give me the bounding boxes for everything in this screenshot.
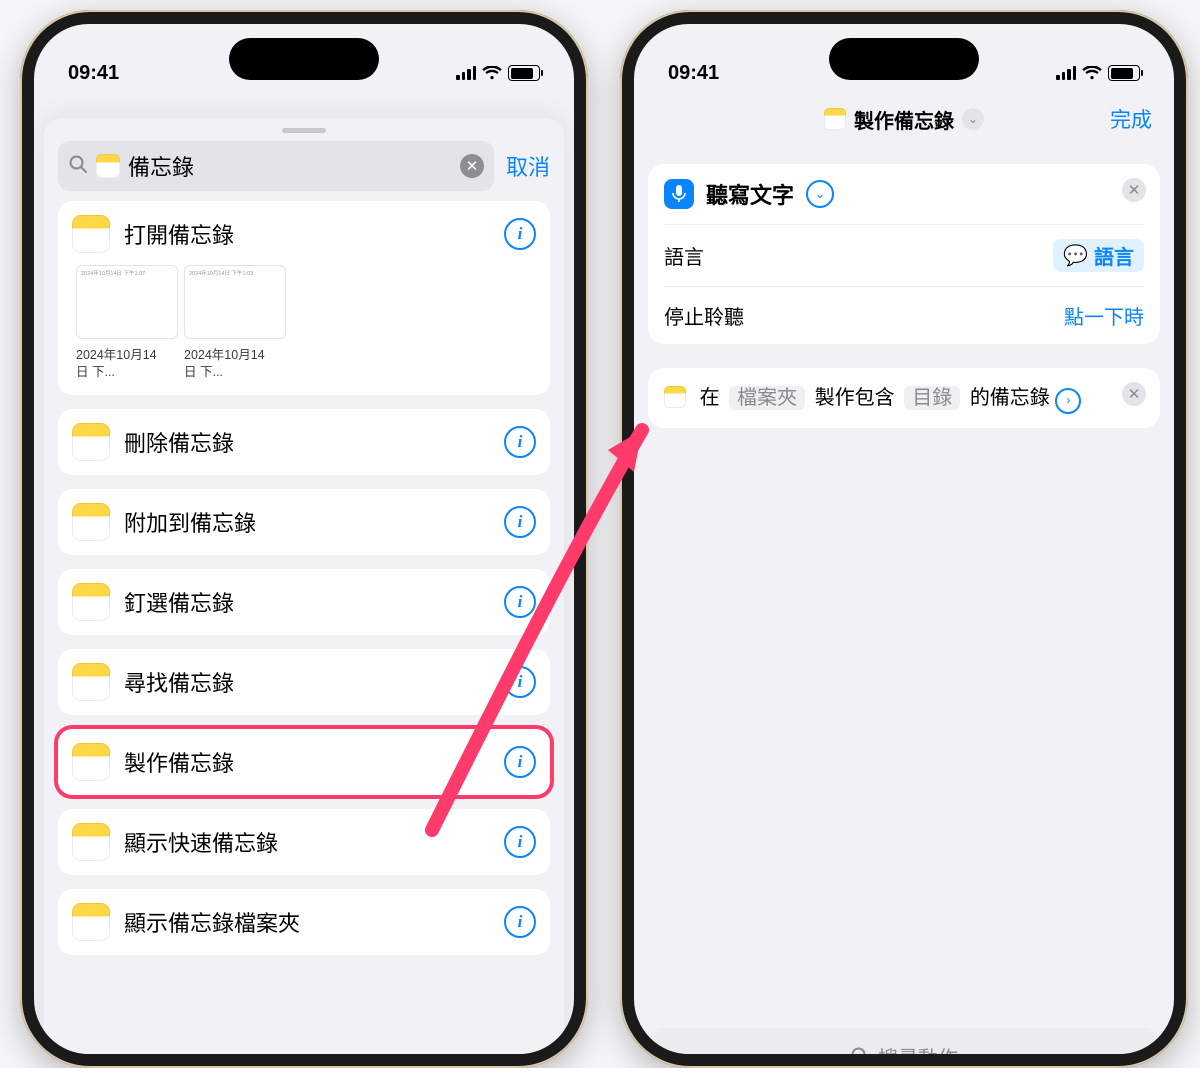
note-thumbnail[interactable]: 2024年10月14日 下午1:03 2024年10月14日 下... <box>184 265 276 381</box>
action-create-note[interactable]: ✕ 在 檔案夾 製作包含 目錄 的備忘錄 › <box>648 368 1160 428</box>
action-item[interactable]: 顯示備忘錄檔案夾 i <box>58 889 550 955</box>
phone-right: 09:41 製作備忘錄 ⌄ 完成 <box>620 10 1188 1068</box>
remove-action-button[interactable]: ✕ <box>1122 178 1146 202</box>
info-button[interactable]: i <box>504 586 536 618</box>
cellular-icon <box>1056 66 1076 80</box>
notes-app-icon <box>824 108 846 130</box>
action-item[interactable]: 製作備忘錄 i <box>58 729 550 795</box>
phone-left: 09:41 <box>20 10 588 1068</box>
search-text: 備忘錄 <box>128 150 452 182</box>
notes-app-icon <box>664 386 686 408</box>
sheet-grabber[interactable] <box>282 128 326 133</box>
thumbnail-caption: 2024年10月14日 下... <box>184 347 276 381</box>
info-button[interactable]: i <box>504 826 536 858</box>
info-button[interactable]: i <box>504 746 536 778</box>
notes-app-icon <box>72 423 110 461</box>
info-button[interactable]: i <box>504 666 536 698</box>
search-icon <box>68 154 88 179</box>
action-title: 顯示快速備忘錄 <box>124 826 490 858</box>
action-title: 附加到備忘錄 <box>124 506 490 538</box>
thumbnail-caption: 2024年10月14日 下... <box>76 347 168 381</box>
action-title: 聽寫文字 <box>706 178 794 210</box>
info-button[interactable]: i <box>504 426 536 458</box>
microphone-icon <box>664 179 694 209</box>
status-time: 09:41 <box>668 62 719 85</box>
action-item[interactable]: 顯示快速備忘錄 i <box>58 809 550 875</box>
done-button[interactable]: 完成 <box>1110 104 1152 134</box>
shortcut-title[interactable]: 製作備忘錄 <box>854 105 954 134</box>
action-item[interactable]: 釘選備忘錄 i <box>58 569 550 635</box>
chevron-right-icon[interactable]: › <box>1055 388 1081 414</box>
chevron-down-icon[interactable]: ⌄ <box>962 108 984 130</box>
wifi-icon <box>482 66 502 80</box>
action-item[interactable]: 附加到備忘錄 i <box>58 489 550 555</box>
notes-app-icon <box>72 823 110 861</box>
action-title: 尋找備忘錄 <box>124 666 490 698</box>
notes-app-icon <box>72 215 110 253</box>
status-time: 09:41 <box>68 62 119 85</box>
param-stop-listening[interactable]: 停止聆聽 點一下時 <box>648 287 1160 344</box>
notes-app-icon <box>72 663 110 701</box>
action-title: 釘選備忘錄 <box>124 586 490 618</box>
info-button[interactable]: i <box>504 906 536 938</box>
param-language[interactable]: 語言 💬語言 <box>648 225 1160 286</box>
cancel-button[interactable]: 取消 <box>506 150 550 182</box>
search-sheet: 備忘錄 ✕ 取消 打開備忘錄 i 2024年10月14日 下午1:07 2024… <box>44 118 564 1054</box>
cellular-icon <box>456 66 476 80</box>
action-item[interactable]: 刪除備忘錄 i <box>58 409 550 475</box>
search-actions-placeholder: 搜尋動作 <box>878 1042 958 1055</box>
action-item[interactable]: 打開備忘錄 i 2024年10月14日 下午1:07 2024年10月14日 下… <box>58 201 550 395</box>
battery-icon <box>1108 65 1140 81</box>
notes-app-icon <box>72 503 110 541</box>
notes-app-icon <box>72 743 110 781</box>
notes-app-icon <box>72 903 110 941</box>
dynamic-island <box>829 38 979 80</box>
variable-icon: 💬 <box>1063 243 1088 268</box>
info-button[interactable]: i <box>504 218 536 250</box>
search-icon <box>850 1046 870 1054</box>
action-title: 顯示備忘錄檔案夾 <box>124 906 490 938</box>
action-title: 打開備忘錄 <box>124 218 490 250</box>
body-token[interactable]: 目錄 <box>904 386 960 410</box>
action-item[interactable]: 尋找備忘錄 i <box>58 649 550 715</box>
action-title: 刪除備忘錄 <box>124 426 490 458</box>
dynamic-island <box>229 38 379 80</box>
remove-action-button[interactable]: ✕ <box>1122 382 1146 406</box>
note-thumbnail[interactable]: 2024年10月14日 下午1:07 2024年10月14日 下... <box>76 265 168 381</box>
folder-token[interactable]: 檔案夾 <box>729 386 805 410</box>
notes-app-icon <box>72 583 110 621</box>
battery-icon <box>508 65 540 81</box>
action-dictate[interactable]: ✕ 聽寫文字 ⌄ 語言 💬語言 <box>648 164 1160 344</box>
info-button[interactable]: i <box>504 506 536 538</box>
wifi-icon <box>1082 66 1102 80</box>
search-input[interactable]: 備忘錄 ✕ <box>58 141 494 191</box>
chevron-down-icon[interactable]: ⌄ <box>806 180 834 208</box>
action-title: 製作備忘錄 <box>124 746 490 778</box>
notes-app-icon <box>96 154 120 178</box>
clear-search-button[interactable]: ✕ <box>460 154 484 178</box>
search-actions-input[interactable]: 搜尋動作 <box>648 1028 1160 1054</box>
